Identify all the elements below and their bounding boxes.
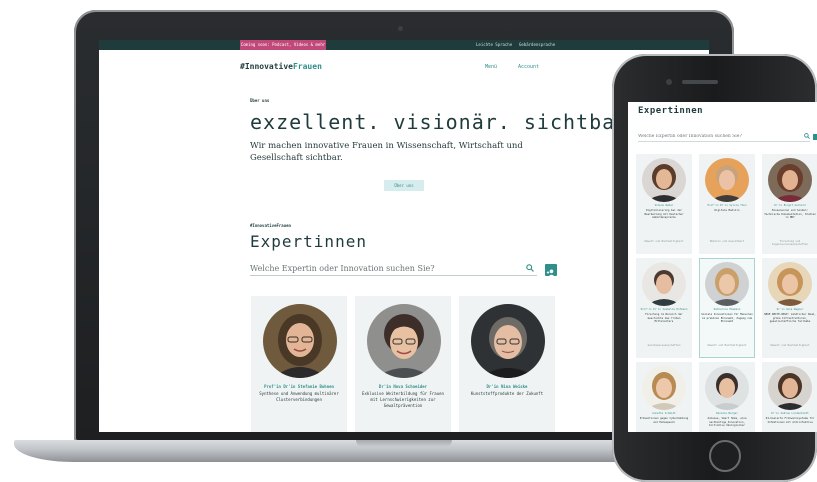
expert-description: Präventionen gegen Cybermobbing und Hate…	[639, 417, 689, 424]
expert-photo	[367, 304, 441, 378]
link-leichte-sprache[interactable]: Leichte Sprache	[476, 40, 512, 50]
phone-expert-card[interactable]: Dr'in Sabine Lindenblatt KI-basierte Frü…	[762, 362, 817, 432]
expert-tag: Geisteswissenschaften	[647, 344, 681, 347]
phone-expert-card[interactable]: Simone Weber Digitalisierung bei der Bea…	[636, 154, 692, 254]
expert-description: KI-basierte Frühwarnsysteme für Infektio…	[765, 417, 815, 424]
phone-speaker	[682, 80, 718, 84]
phone-add-expert-button[interactable]	[813, 134, 817, 140]
expert-name: Dr'in Birgit Gerhard	[774, 204, 806, 207]
expert-name: Prof'in Dr'in Stefanie Bohnen	[264, 384, 334, 389]
expert-name: Katharina Emsmann	[713, 308, 741, 311]
expert-name: Prof'in Dr'in Isabelle Hofmann	[640, 308, 688, 311]
phone-expert-card[interactable]: Dr'in Birgit Gerhard Biosensoren und Son…	[762, 154, 817, 254]
expert-name: Dr'in Anne Wagner	[776, 308, 804, 311]
expert-photo	[768, 158, 812, 202]
phone-screen: Expertinnen Simone Weber Digitalisierung…	[628, 102, 817, 432]
expert-photo	[263, 304, 337, 378]
phone-expert-card[interactable]: Prof'in Dr'in Isabelle Hofmann Forschung…	[636, 258, 692, 358]
expert-photo	[642, 366, 686, 410]
phone-expert-card[interactable]: Daniela Berger Zuhause, Smart Home, eine…	[699, 362, 755, 432]
search-bar	[250, 262, 537, 276]
expert-name: Simone Weber	[654, 204, 674, 207]
expert-photo	[768, 262, 812, 306]
expert-description: Digitale Medizin	[714, 209, 740, 212]
phone-search-input[interactable]	[638, 132, 798, 141]
brand-prefix: #Innovative	[240, 62, 293, 71]
expert-name: Dr'in Nova Schneider	[378, 384, 428, 389]
camera-icon	[398, 26, 403, 31]
expert-photo	[471, 304, 545, 378]
expert-description: Zuhause, Smart Home, eine nachhaltige In…	[707, 417, 747, 428]
expert-card[interactable]: Dr'in Nova Schneider Exklusive Weiterbil…	[355, 296, 451, 432]
top-bar	[99, 40, 709, 50]
hero-title: exzellent. visionär. sichtbar	[250, 110, 629, 134]
link-gebaerdensprache[interactable]: Gebärdensprache	[519, 40, 555, 50]
expert-name: Dr'in Sabine Lindenblatt	[771, 412, 809, 415]
expert-name: Prof'in Dr'in Sylvia Thun	[707, 204, 747, 207]
user-plus-icon	[546, 269, 555, 277]
nav-account[interactable]: Account	[518, 64, 539, 70]
expert-name: Daniela Berger	[716, 412, 738, 415]
expert-photo	[705, 158, 749, 202]
search-input[interactable]	[250, 262, 520, 275]
search-icon[interactable]	[804, 133, 810, 139]
expert-tag: Umwelt und Nachhaltigkeit	[644, 240, 684, 243]
expert-tag: Umwelt und Nachhaltigkeit	[770, 344, 810, 347]
search-icon[interactable]	[526, 264, 534, 272]
expert-description: Kunststoffprodukte der Zukunft	[470, 391, 544, 396]
expert-description: Synthese und Anwendung multinärer Cluste…	[259, 391, 339, 402]
add-expert-button[interactable]	[545, 264, 557, 277]
expert-photo	[642, 262, 686, 306]
expert-tag: Medizin und Gesundheit	[709, 240, 745, 243]
about-eyebrow: Über uns	[250, 98, 270, 103]
hero-text: Wir machen innovative Frauen in Wissensc…	[250, 141, 523, 163]
expert-name: Annette Schmidt	[652, 412, 676, 415]
phone-camera-icon	[666, 79, 672, 85]
laptop-notch	[356, 440, 452, 447]
site-logo[interactable]: #InnovativeFrauen	[240, 62, 322, 71]
experts-title: Expertinnen	[250, 232, 367, 251]
phone-search-bar	[638, 132, 810, 142]
promo-banner[interactable]: Coming soon: Podcast, Videos & mehr	[240, 40, 326, 50]
phone-expert-card-active[interactable]: Katharina Emsmann Soziale Innovationen f…	[699, 258, 755, 358]
expert-name: Dr'in Nina Weiske	[486, 384, 528, 389]
phone-home-button[interactable]	[709, 440, 741, 472]
experts-eyebrow: #InnovativeFrauen	[250, 223, 291, 228]
expert-photo	[705, 366, 749, 410]
about-button[interactable]: Über uns	[384, 180, 424, 191]
phone-expert-card[interactable]: Dr'in Anne Wagner NEUE WEITE-WEGE: Ländl…	[762, 258, 817, 358]
expert-description: Exklusive Weiterbildung für Frauen mit L…	[362, 391, 444, 408]
phone-experts-title: Expertinnen	[638, 106, 704, 116]
expert-photo	[705, 262, 749, 306]
expert-description: NEUE WEITE-WEGE: Ländlicher Raum, grüne …	[764, 313, 816, 324]
expert-card[interactable]: Prof'in Dr'in Stefanie Bohnen Synthese u…	[251, 296, 347, 432]
expert-description: Digitalisierung bei der Bearbeitung mit …	[644, 209, 684, 220]
expert-photo	[642, 158, 686, 202]
phone-expert-card[interactable]: Annette Schmidt Präventionen gegen Cyber…	[636, 362, 692, 432]
expert-tag: Forschung und Ingenieurwissenschaften	[772, 240, 808, 246]
phone-expert-card[interactable]: Prof'in Dr'in Sylvia Thun Digitale Mediz…	[699, 154, 755, 254]
expert-card[interactable]: Dr'in Nina Weiske Kunststoffprodukte der…	[459, 296, 555, 432]
expert-description: Biosensoren und Sonden: Technische Dokum…	[764, 209, 816, 220]
nav-menu[interactable]: Menü	[485, 64, 497, 70]
expert-description: Forschung im Bereich der Geschichte des …	[645, 313, 683, 324]
expert-description: Soziale Innovationen für Menschen im pre…	[701, 313, 753, 324]
brand-suffix: Frauen	[292, 62, 322, 71]
expert-photo	[768, 366, 812, 410]
expert-tag: Umwelt und Nachhaltigkeit	[707, 344, 747, 347]
